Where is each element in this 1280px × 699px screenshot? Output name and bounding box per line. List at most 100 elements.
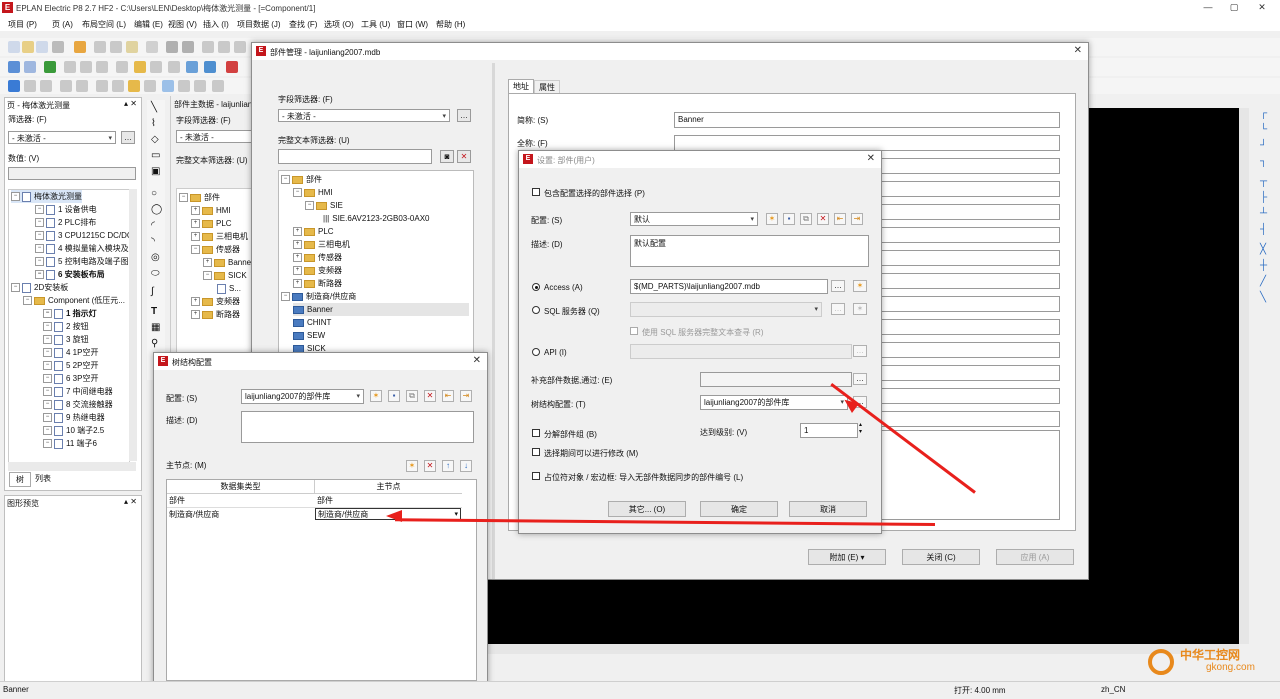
bus-icon[interactable]	[116, 61, 128, 73]
frame-icon[interactable]: ▣	[151, 166, 160, 177]
redo-icon[interactable]	[218, 41, 230, 53]
arc2-icon[interactable]: ◝	[151, 236, 155, 247]
tree-item[interactable]: + 断路器	[293, 277, 342, 290]
circle2-icon[interactable]: ◯	[151, 204, 162, 215]
zoom-in-icon[interactable]	[60, 80, 72, 92]
sql-radio[interactable]	[532, 306, 540, 314]
connection-cross-icon[interactable]: ╳	[1260, 244, 1266, 255]
redo-list-icon[interactable]	[234, 41, 246, 53]
spline-icon[interactable]: ∫	[151, 286, 154, 297]
tree-item[interactable]: −1 指示灯	[43, 307, 97, 320]
close-icon[interactable]: ✕	[473, 355, 481, 366]
tree-item[interactable]: + PLC	[293, 225, 334, 238]
copy-config-icon[interactable]: ⧉	[406, 390, 418, 402]
apply-button[interactable]: 应用 (A)	[996, 549, 1074, 565]
tree-item[interactable]: − 制造商/供应商	[281, 290, 356, 303]
close-button[interactable]: 关闭 (C)	[902, 549, 980, 565]
copy-config-icon[interactable]: ⧉	[800, 213, 812, 225]
menu-tools[interactable]: 工具 (U)	[361, 19, 390, 30]
update-icon[interactable]	[186, 61, 198, 73]
connection-corner-icon[interactable]: ┐	[1260, 156, 1267, 167]
tree-item[interactable]: − 部件	[281, 173, 322, 186]
access-new-icon[interactable]: ✶	[853, 280, 867, 292]
maximize-button[interactable]: ▢	[1220, 1, 1248, 14]
field-filter-more-button[interactable]: …	[457, 109, 471, 122]
fulltext-input[interactable]	[278, 149, 432, 164]
modify-checkbox[interactable]	[532, 448, 540, 456]
tree-item[interactable]: + 传感器	[293, 251, 342, 264]
tree-item[interactable]: −2 按钮	[43, 320, 89, 333]
tree-item[interactable]: + Banner	[203, 256, 254, 269]
move-down-icon[interactable]: ↓	[460, 460, 472, 472]
connection-tee-icon[interactable]: ├	[1260, 192, 1267, 203]
symbol-icon[interactable]	[150, 61, 162, 73]
layer-icon[interactable]	[178, 80, 190, 92]
sql-browse-button[interactable]: …	[831, 303, 845, 315]
connection-diag-icon[interactable]: ╲	[1260, 292, 1266, 303]
tree-scrollbar[interactable]	[129, 189, 137, 461]
tree-item[interactable]: + HMI	[191, 204, 231, 217]
field-filter-select[interactable]: - 未激活 -	[176, 130, 252, 143]
tree-item[interactable]: −3 CPU1215C DC/DC	[35, 229, 129, 242]
level-input[interactable]: 1	[800, 423, 858, 438]
menu-help[interactable]: 帮助 (H)	[436, 19, 465, 30]
delete-marker-icon[interactable]	[226, 61, 238, 73]
tree-item[interactable]: + 变频器	[191, 295, 240, 308]
tree-item[interactable]: − 梅体激光测量	[11, 190, 82, 204]
new-row-icon[interactable]: ✶	[406, 460, 418, 472]
connection-corner-icon[interactable]: └	[1260, 124, 1267, 135]
connection-diag-icon[interactable]: ╱	[1260, 276, 1266, 287]
tree-item[interactable]: −2D安装板	[11, 281, 68, 294]
tree-item[interactable]: −10 端子2.5	[43, 424, 104, 437]
text-icon[interactable]: T	[151, 306, 157, 317]
connection-tee-icon[interactable]: ┴	[1260, 208, 1267, 219]
panel-close-icon[interactable]: ▴ ✕	[124, 99, 137, 108]
tree-item[interactable]: −5 2P空开	[43, 359, 98, 372]
ok-button[interactable]: 确定	[700, 501, 778, 517]
print-icon[interactable]	[52, 41, 64, 53]
wrench-icon[interactable]	[74, 41, 86, 53]
tree-item[interactable]: CHINT	[293, 316, 331, 329]
select-icon[interactable]	[146, 41, 158, 53]
snap-icon[interactable]	[112, 80, 124, 92]
access-browse-button[interactable]: …	[831, 280, 845, 292]
tree-item[interactable]: −9 热继电器	[43, 411, 105, 424]
tree-item[interactable]: −4 模拟量输入模块及...	[35, 242, 129, 255]
link-icon[interactable]: ⚲	[151, 338, 158, 349]
splitter[interactable]	[492, 63, 495, 579]
copy-icon[interactable]	[110, 41, 122, 53]
include-config-checkbox[interactable]	[532, 188, 540, 196]
pointer-icon[interactable]	[8, 80, 20, 92]
tree-item[interactable]: −6 3P空开	[43, 372, 98, 385]
extras-button[interactable]: 附加 (E) ▾	[808, 549, 886, 565]
table-cell[interactable]: 制造商/供应商	[169, 509, 219, 520]
desc-textarea[interactable]: 默认配置	[630, 235, 869, 267]
export-config-icon[interactable]: ⇥	[460, 390, 472, 402]
zoom-out-icon[interactable]	[76, 80, 88, 92]
binoculars-icon[interactable]: ◙	[440, 150, 454, 163]
new-config-icon[interactable]: ✶	[766, 213, 778, 225]
new-project-icon[interactable]	[8, 41, 20, 53]
menu-window[interactable]: 窗口 (W)	[397, 19, 428, 30]
connection-tee-icon[interactable]: ┤	[1260, 224, 1267, 235]
tree-item[interactable]: + 变频器	[293, 264, 342, 277]
flag-icon[interactable]	[168, 61, 180, 73]
cancel-button[interactable]: 取消	[789, 501, 867, 517]
tree-item[interactable]: S...	[217, 282, 241, 295]
connection-corner-icon[interactable]: ┘	[1260, 140, 1267, 151]
canvas-vscrollbar[interactable]	[1239, 108, 1249, 644]
tree-item[interactable]: − 部件	[179, 191, 220, 204]
menu-project-data[interactable]: 项目数据 (J)	[237, 19, 281, 30]
tree-item[interactable]: −6 安装板布局	[35, 268, 105, 281]
tab-tree[interactable]: 树	[9, 472, 31, 487]
tree-item[interactable]: + 三相电机	[293, 238, 350, 251]
desc-textarea[interactable]	[241, 411, 474, 443]
tree-item[interactable]: − SIE	[305, 199, 343, 212]
close-icon[interactable]: ✕	[1074, 45, 1082, 56]
page-nav-icon[interactable]	[8, 61, 20, 73]
plc-icon[interactable]	[96, 61, 108, 73]
ellipse2-icon[interactable]: ⬭	[151, 268, 160, 279]
tree-item[interactable]: −1 设备供电	[35, 203, 97, 216]
access-path-input[interactable]: $(MD_PARTS)\laijunliang2007.mdb	[630, 279, 828, 294]
clear-filter-icon[interactable]: ✕	[457, 150, 471, 163]
